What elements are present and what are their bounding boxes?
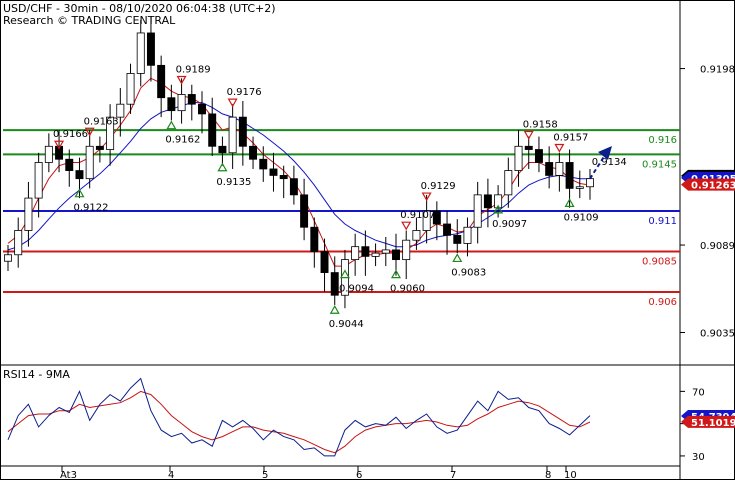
- pivot-low-label: 0.9122: [73, 203, 108, 214]
- candle-body: [453, 234, 462, 244]
- price-tick-label: 0.9089: [700, 241, 735, 252]
- candle-body: [95, 145, 104, 150]
- rsi-tag-label: 51.1019: [691, 418, 735, 429]
- candle-body: [116, 103, 125, 118]
- candle-body: [524, 145, 533, 150]
- time-tick-label: 4: [168, 470, 174, 480]
- candle-body: [320, 251, 329, 273]
- level-label: 0.916: [648, 135, 677, 146]
- pivot-low-label: 0.9135: [216, 177, 251, 188]
- level-label: 0.9145: [642, 159, 677, 170]
- candle-body: [504, 170, 513, 196]
- candle-body: [463, 226, 472, 244]
- candle-body: [371, 252, 380, 257]
- time-tick-label: At3: [60, 470, 77, 480]
- pivot-high-label: 0.9166: [53, 129, 88, 140]
- time-tick-label: 8: [545, 470, 551, 480]
- candle-body: [483, 194, 492, 209]
- candle-body: [24, 197, 33, 231]
- time-tick-label: 5: [262, 470, 268, 480]
- candle-body: [473, 194, 482, 228]
- candle-body: [269, 168, 278, 176]
- pivot-low-label: 0.9109: [564, 212, 599, 223]
- pivot-low-label: 0.9162: [165, 135, 200, 146]
- candle-body: [34, 162, 43, 199]
- level-label: 0.911: [648, 216, 677, 227]
- pivot-high-label: 0.9176: [227, 87, 262, 98]
- candle-body: [351, 246, 360, 261]
- candle-body: [565, 162, 574, 189]
- candle-body: [279, 175, 288, 180]
- candle-body: [238, 116, 247, 147]
- candle-body: [228, 116, 237, 154]
- pivot-high-label: 0.9158: [523, 120, 558, 131]
- candle-body: [402, 239, 411, 261]
- chart-frame: [0, 0, 735, 480]
- candle-body: [310, 226, 319, 252]
- pivot-low-label: 0.9097: [492, 219, 527, 230]
- candle-body: [187, 94, 196, 105]
- candle-body: [534, 149, 543, 163]
- level-label: 0.906: [648, 297, 677, 308]
- candle-body: [198, 103, 206, 115]
- candle-body: [259, 158, 268, 170]
- usdchf-chart: USD/CHF - 30min - 08/10/2020 06:04:38 (U…: [0, 0, 735, 480]
- rsi-tick-label: 30: [692, 452, 705, 463]
- price-tick-label: 0.9198: [700, 65, 735, 76]
- time-tick-label: 10: [564, 470, 577, 480]
- pivot-low-label: 0.9094: [339, 284, 374, 295]
- candle-body: [555, 162, 564, 176]
- rsi-title: RSI14 - 9MA: [3, 368, 70, 381]
- candle-body: [289, 178, 298, 196]
- candle-body: [392, 249, 400, 261]
- candle-body: [381, 249, 390, 254]
- time-tick-label: 6: [356, 470, 362, 480]
- candle-body: [167, 97, 176, 112]
- candle-body: [14, 230, 23, 256]
- candle-body: [85, 145, 94, 180]
- candle-body: [330, 272, 339, 296]
- research-credit: Research © TRADING CENTRAL: [3, 14, 176, 27]
- pivot-high-label: 0.9129: [421, 181, 456, 192]
- candle-body: [361, 246, 370, 257]
- candle-body: [126, 73, 135, 105]
- pivot-low-label: 0.9083: [451, 267, 486, 278]
- candle-body: [300, 194, 309, 228]
- candle-body: [177, 94, 186, 112]
- level-label: 0.9085: [642, 257, 677, 268]
- candle-body: [75, 170, 84, 180]
- pivot-high-label: 0.9189: [176, 64, 211, 75]
- pivot-low-label: 0.9044: [329, 319, 364, 330]
- candle-body: [443, 223, 452, 236]
- pivot-low-label: 0.9060: [390, 284, 425, 295]
- pivot-high-label: 0.9163: [84, 116, 119, 127]
- candle-body: [545, 162, 554, 176]
- price-tag-label: 0.91263: [691, 181, 735, 192]
- candle-body: [249, 145, 258, 160]
- pivot-high-label: 0.9107: [400, 210, 435, 221]
- price-tick-label: 0.9035: [700, 328, 735, 339]
- candle-body: [575, 186, 584, 189]
- time-tick-label: 7: [450, 470, 456, 480]
- candle-body: [157, 64, 166, 99]
- candle-body: [65, 158, 74, 171]
- candle-body: [412, 230, 421, 241]
- candle-body: [44, 145, 53, 163]
- pivot-high-label: 0.9157: [553, 132, 588, 143]
- candle-body: [136, 32, 145, 74]
- candle-body: [586, 178, 594, 188]
- rsi-tick-label: 70: [692, 387, 705, 398]
- candle-body: [218, 145, 227, 154]
- price-tag: 0.91263: [681, 178, 735, 192]
- candle-body: [208, 113, 217, 147]
- candle-body: [4, 254, 12, 262]
- candle-body: [514, 145, 523, 171]
- candle-body: [146, 32, 155, 66]
